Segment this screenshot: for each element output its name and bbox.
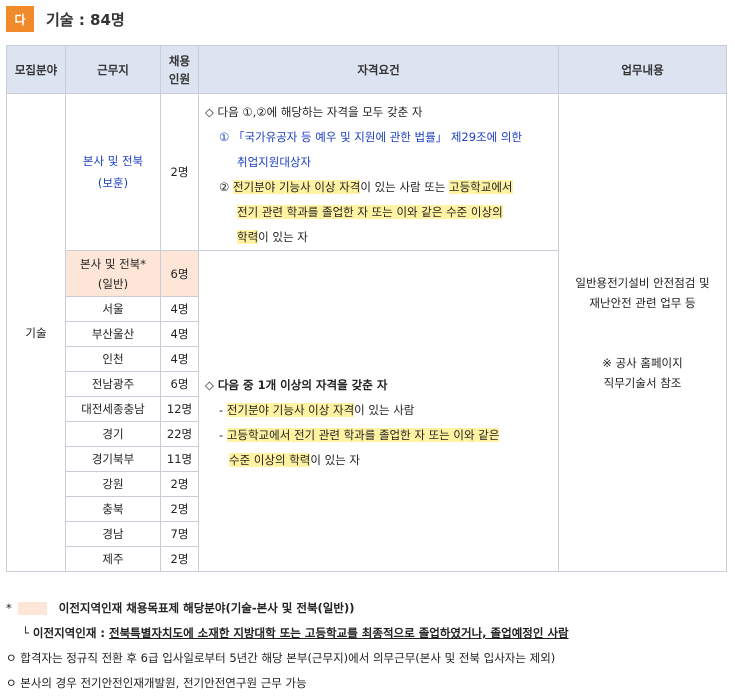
section-badge: 다	[6, 6, 34, 32]
req1-item2-line3: 학력이 있는 자	[205, 225, 552, 250]
req1-item2-hl: 전기분야 기능사 이상 자격	[232, 180, 361, 194]
location-cell: 서울	[65, 296, 161, 322]
req1-item2-mid: 이 있는 사람 또는	[360, 180, 450, 194]
legend-row: * 이전지역인재 채용목표제 해당분야(기술-본사 및 전북(일반))	[6, 596, 726, 621]
req2-item2-dash: -	[219, 428, 227, 442]
notes-section: * 이전지역인재 채용목표제 해당분야(기술-본사 및 전북(일반)) └ 이전지…	[6, 596, 726, 696]
req1-item2-line1: ② 전기분야 기능사 이상 자격이 있는 사람 또는 고등학교에서	[205, 175, 552, 200]
count-cell: 7명	[160, 521, 199, 547]
req1-item2-line2: 전기 관련 학과를 졸업한 자 또는 이와 같은 수준 이상의	[205, 200, 552, 225]
legend-star: *	[6, 601, 12, 615]
field-cell: 기술	[6, 93, 66, 572]
count-cell: 12명	[160, 396, 199, 422]
count-cell: 4명	[160, 296, 199, 322]
location-cell: 부산울산	[65, 321, 161, 347]
location-cell: 인천	[65, 346, 161, 372]
duty-note1: ※ 공사 홈페이지	[602, 355, 683, 370]
location-cell: 충북	[65, 496, 161, 522]
local-talent-label: └ 이전지역인재 :	[22, 626, 110, 640]
local-talent-text: 전북특별자치도에 소재한 지방대학 또는 고등학교를 최종적으로 졸업하였거나,…	[109, 626, 569, 640]
location-cell: 본사 및 전북 (보훈)	[65, 93, 161, 251]
local-talent-row: └ 이전지역인재 : 전북특별자치도에 소재한 지방대학 또는 고등학교를 최종…	[6, 621, 726, 646]
requirements-cell-veteran: ◇ 다음 ①,②에 해당하는 자격을 모두 갖춘 자 ① 「국가유공자 등 예우…	[198, 93, 559, 251]
count-cell: 11명	[160, 446, 199, 472]
col-header-requirements: 자격요건	[198, 45, 559, 94]
req1-item2-line3-rest: 이 있는 자	[258, 230, 308, 244]
count-cell: 2명	[160, 471, 199, 497]
col-header-duties: 업무내용	[558, 45, 727, 94]
req2-intro: ◇ 다음 중 1개 이상의 자격을 갖춘 자	[205, 378, 388, 392]
count-cell: 2명	[160, 496, 199, 522]
duties-cell: 일반용전기설비 안전점검 및 재난안전 관련 업무 등 ※ 공사 홈페이지 직무…	[558, 93, 727, 572]
legend-text: 이전지역인재 채용목표제 해당분야(기술-본사 및 전북(일반))	[58, 601, 355, 615]
count-cell: 2명	[160, 546, 199, 572]
req1-item2-line2-hl: 전기 관련 학과를 졸업한 자 또는 이와 같은 수준 이상의	[237, 205, 503, 219]
col-header-field: 모집분야	[6, 45, 66, 94]
count-cell: 4명	[160, 346, 199, 372]
table-row: 기술 본사 및 전북 (보훈) 2명 ◇ 다음 ①,②에 해당하는 자격을 모두…	[6, 93, 727, 572]
note-row-1: ㅇ 합격자는 정규직 전환 후 6급 입사일로부터 5년간 해당 본부(근무지)…	[6, 651, 556, 665]
count-cell: 4명	[160, 321, 199, 347]
req2-item2-line1: - 고등학교에서 전기 관련 학과를 졸업한 자 또는 이와 같은	[205, 423, 552, 448]
count-cell: 22명	[160, 421, 199, 447]
req2-item1-dash: -	[219, 403, 227, 417]
location-cell: 경남	[65, 521, 161, 547]
location-cell: 전남광주	[65, 371, 161, 397]
req2-item1: - 전기분야 기능사 이상 자격이 있는 사람	[205, 398, 552, 423]
location-cell: 제주	[65, 546, 161, 572]
count-cell: 2명	[160, 93, 199, 251]
location-cell: 본사 및 전북* (일반)	[65, 250, 161, 297]
legend-swatch	[17, 602, 47, 615]
req1-item2-line3-hl: 학력	[237, 230, 259, 244]
req2-item2-line2-hl: 수준 이상의 학력	[229, 453, 311, 467]
req1-item2-hl2: 고등학교에서	[449, 180, 513, 194]
req2-item2-hl: 고등학교에서 전기 관련 학과를 졸업한 자 또는 이와 같은	[226, 428, 500, 442]
location-cell: 경기	[65, 421, 161, 447]
location-cell: 강원	[65, 471, 161, 497]
req2-item1-rest: 이 있는 사람	[354, 403, 415, 417]
table-header-row: 모집분야 근무지 채용 인원 자격요건 업무내용	[6, 45, 727, 94]
count-cell: 6명	[160, 371, 199, 397]
section-title: 기술 : 84명	[46, 10, 125, 29]
req1-item2-num: ②	[219, 180, 233, 194]
req2-item2-line2-rest: 이 있는 자	[310, 453, 361, 467]
req1-item1-line2: 취업지원대상자	[237, 155, 312, 169]
location-cell: 경기북부	[65, 446, 161, 472]
duty-line2: 재난안전 관련 업무 등	[589, 295, 696, 310]
section-header: 다 기술 : 84명	[6, 6, 125, 32]
col-header-location: 근무지	[65, 45, 161, 94]
req1-intro: ◇ 다음 ①,②에 해당하는 자격을 모두 갖춘 자	[205, 105, 423, 119]
duty-line1: 일반용전기설비 안전점검 및	[575, 275, 710, 290]
location-cell: 대전세종충남	[65, 396, 161, 422]
count-cell: 6명	[160, 250, 199, 297]
req2-item1-hl: 전기분야 기능사 이상 자격	[226, 403, 355, 417]
requirements-cell-general: ◇ 다음 중 1개 이상의 자격을 갖춘 자 - 전기분야 기능사 이상 자격이…	[198, 250, 559, 572]
req1-item1-line1: ① 「국가유공자 등 예우 및 지원에 관한 법률」 제29조에 의한	[219, 130, 523, 144]
note-row-2: ㅇ 본사의 경우 전기안전인재개발원, 전기안전연구원 근무 가능	[6, 676, 307, 690]
col-header-count: 채용 인원	[160, 45, 199, 94]
duty-note2: 직무기술서 참조	[603, 375, 682, 390]
req2-item2-line2: 수준 이상의 학력이 있는 자	[205, 448, 552, 473]
recruitment-table: 모집분야 근무지 채용 인원 자격요건 업무내용 기술 본사 및 전북 (보훈)…	[6, 45, 727, 572]
